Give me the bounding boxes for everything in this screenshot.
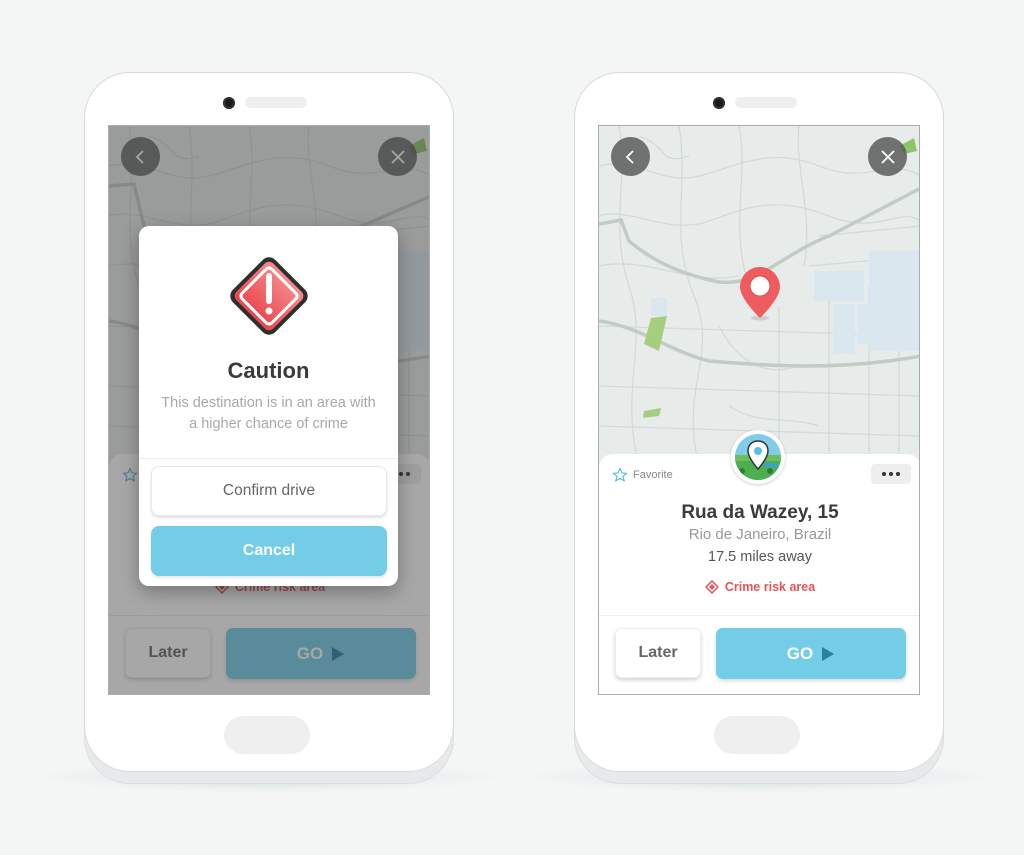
speaker-grille xyxy=(735,97,797,108)
camera-icon xyxy=(223,97,235,109)
favorite-label: Favorite xyxy=(633,469,673,481)
phone-face: Favorite Crime risk area Later GO xyxy=(84,72,454,772)
place-illustration-icon xyxy=(735,434,781,480)
screen: Favorite Crime risk area Later GO xyxy=(108,125,430,695)
later-button[interactable]: Later xyxy=(615,628,701,678)
place-avatar xyxy=(731,430,785,484)
cancel-button[interactable]: Cancel xyxy=(151,526,387,576)
screen: Favorite Rua da Wazey, 15 Rio de Janeiro… xyxy=(598,125,920,695)
chevron-left-icon xyxy=(625,149,634,164)
play-arrow-icon xyxy=(822,646,835,661)
dialog-message: This destination is in an area with a hi… xyxy=(161,395,376,432)
favorite-button[interactable]: Favorite xyxy=(612,467,673,483)
star-icon xyxy=(612,467,628,482)
risk-diamond-icon xyxy=(704,580,719,594)
more-button[interactable] xyxy=(871,464,911,484)
right-phone: Favorite Rua da Wazey, 15 Rio de Janeiro… xyxy=(534,72,984,792)
speaker-grille xyxy=(245,97,307,108)
camera-icon xyxy=(713,97,725,109)
divider xyxy=(139,458,398,459)
more-dots-icon xyxy=(882,472,886,476)
location-pin-icon xyxy=(740,267,780,321)
close-button[interactable] xyxy=(868,137,907,176)
home-button[interactable] xyxy=(224,716,310,754)
home-button[interactable] xyxy=(714,716,800,754)
destination-card: Favorite Rua da Wazey, 15 Rio de Janeiro… xyxy=(599,430,919,694)
left-phone: Favorite Crime risk area Later GO xyxy=(44,72,494,792)
distance-text: 17.5 miles away xyxy=(708,549,812,565)
go-label: GO xyxy=(786,643,814,663)
warning-diamond-icon xyxy=(230,257,308,335)
go-button[interactable]: GO xyxy=(716,628,906,679)
dialog-title: Caution xyxy=(227,358,310,383)
divider xyxy=(599,615,919,616)
address-block: Rua da Wazey, 15 Rio de Janeiro, Brazil … xyxy=(599,502,919,567)
address-title: Rua da Wazey, 15 xyxy=(681,502,839,523)
address-city: Rio de Janeiro, Brazil xyxy=(688,526,832,543)
back-button[interactable] xyxy=(611,137,650,176)
risk-label: Crime risk area xyxy=(724,580,816,594)
close-icon xyxy=(880,149,895,164)
crime-risk-badge: Crime risk area xyxy=(599,580,919,594)
caution-dialog: Caution This destination is in an area w… xyxy=(139,226,398,586)
confirm-drive-button[interactable]: Confirm drive xyxy=(151,466,387,516)
phone-face: Favorite Rua da Wazey, 15 Rio de Janeiro… xyxy=(574,72,944,772)
